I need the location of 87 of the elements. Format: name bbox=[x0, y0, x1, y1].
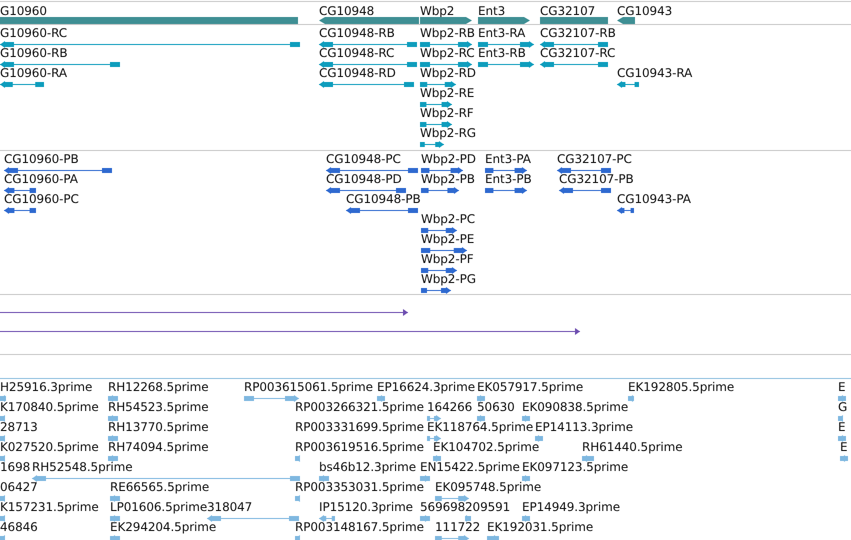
feature-label: CG10943 bbox=[617, 4, 672, 18]
feature-label: 06427 bbox=[0, 480, 38, 494]
feature-label: RH74094.5prime bbox=[108, 440, 209, 454]
feature-label: CG32107-RB bbox=[540, 26, 616, 40]
feature-label: K170840.5prime bbox=[0, 400, 99, 414]
feature-label: CG10960-PA bbox=[4, 172, 78, 186]
feature-label: RH13770.5prime bbox=[108, 420, 209, 434]
feature-label: EK104702.5prime bbox=[433, 440, 540, 454]
feature-label: CG32107-PC bbox=[557, 152, 632, 166]
feature-label: E bbox=[838, 420, 846, 434]
feature-label: RP003331699.5prime bbox=[295, 420, 424, 434]
feature-label: RH12268.5prime bbox=[108, 380, 209, 394]
feature-label: EP14949.3prime bbox=[522, 500, 620, 514]
feature-label: K027520.5prime bbox=[0, 440, 99, 454]
feature-label: RP003353031.5prime bbox=[295, 480, 424, 494]
feature-label: Wbp2-RG bbox=[420, 126, 476, 140]
feature-label: 1698 bbox=[0, 460, 30, 474]
feature-label: RP003619516.5prime bbox=[295, 440, 424, 454]
feature-label: Ent3-PA bbox=[485, 152, 531, 166]
feature-label: CG10948 bbox=[319, 4, 374, 18]
feature-label: G10960-RB bbox=[0, 46, 68, 60]
feature-label: Wbp2-RD bbox=[420, 66, 476, 80]
feature-label: Ent3 bbox=[478, 4, 506, 18]
feature-label: EK294204.5prime bbox=[110, 520, 216, 534]
feature-label: RH52548.5prime bbox=[32, 460, 133, 474]
feature-label: 46846 bbox=[0, 520, 38, 534]
feature-label: RE66565.5prime bbox=[110, 480, 210, 494]
feature-label: 209591 bbox=[465, 500, 510, 514]
feature-label: Wbp2 bbox=[420, 4, 454, 18]
feature-label: 318047 bbox=[207, 500, 252, 514]
feature-label: bs46b12.3prime bbox=[319, 460, 416, 474]
feature-label: Wbp2-RB bbox=[420, 26, 475, 40]
feature-label: EK057917.5prime bbox=[477, 380, 584, 394]
feature-label: CG32107 bbox=[540, 4, 596, 18]
feature-label: Ent3-RB bbox=[478, 46, 526, 60]
feature-label: EK192805.5prime bbox=[628, 380, 734, 394]
feature-label: CG10960-PC bbox=[4, 192, 79, 206]
feature-label: RP003615061.5prime bbox=[244, 380, 373, 394]
feature-label: E bbox=[840, 440, 848, 454]
feature-label: Wbp2-RE bbox=[420, 86, 474, 100]
feature-label: Wbp2-RC bbox=[420, 46, 474, 60]
feature-label: 111722 bbox=[435, 520, 480, 534]
feature-label: G10960 bbox=[0, 4, 47, 18]
feature-label: G bbox=[838, 400, 848, 414]
feature-label: EK090838.5prime bbox=[522, 400, 628, 414]
feature-label: CG10960-PB bbox=[4, 152, 79, 166]
feature-label: CG10943-RA bbox=[617, 66, 692, 80]
feature-label: Ent3-RA bbox=[478, 26, 526, 40]
feature-label: CG10948-PD bbox=[326, 172, 402, 186]
feature-label: IP15120.3prime bbox=[319, 500, 413, 514]
feature-label: EP16624.3prime bbox=[377, 380, 475, 394]
feature-label: EP14113.3prime bbox=[535, 420, 633, 434]
feature-label: 28713 bbox=[0, 420, 38, 434]
feature-label: RH61440.5prime bbox=[582, 440, 683, 454]
feature-label: Wbp2-RF bbox=[420, 106, 474, 120]
feature-label: Wbp2-PF bbox=[421, 252, 474, 266]
feature-label: RH54523.5prime bbox=[108, 400, 209, 414]
feature-label: 569698 bbox=[420, 500, 466, 514]
feature-label: CG32107-PB bbox=[559, 172, 634, 186]
feature-label: CG10948-RC bbox=[319, 46, 394, 60]
feature-label: EK118764.5prime bbox=[427, 420, 534, 434]
feature-label: 164266 bbox=[427, 400, 472, 414]
feature-label: Wbp2-PE bbox=[421, 232, 474, 246]
feature-label: EN15422.5prime bbox=[420, 460, 520, 474]
feature-label: EK095748.5prime bbox=[435, 480, 542, 494]
feature-label: CG10948-PC bbox=[326, 152, 401, 166]
feature-label: EK097123.5prime bbox=[522, 460, 628, 474]
feature-label: H25916.3prime bbox=[0, 380, 92, 394]
feature-label: EK192031.5prime bbox=[487, 520, 594, 534]
feature-label: G10960-RC bbox=[0, 26, 68, 40]
feature-label: Wbp2-PG bbox=[421, 272, 476, 286]
feature-label: CG10948-RD bbox=[319, 66, 396, 80]
feature-label: CG10943-PA bbox=[617, 192, 691, 206]
feature-label: G10960-RA bbox=[0, 66, 67, 80]
feature-label: CG10948-PB bbox=[346, 192, 421, 206]
feature-label: K157231.5prime bbox=[0, 500, 99, 514]
feature-label: Wbp2-PC bbox=[421, 212, 475, 226]
feature-label: RP003266321.5prime bbox=[295, 400, 424, 414]
feature-label: E bbox=[838, 380, 846, 394]
feature-label: CG10948-RB bbox=[319, 26, 395, 40]
feature-label: CG32107-RC bbox=[540, 46, 616, 60]
feature-label: Wbp2-PB bbox=[421, 172, 475, 186]
feature-label: Wbp2-PD bbox=[421, 152, 476, 166]
feature-label: RP003148167.5prime bbox=[295, 520, 424, 534]
feature-label: Ent3-PB bbox=[485, 172, 532, 186]
feature-label: LP01606.5prime bbox=[110, 500, 208, 514]
feature-label: 50630 bbox=[477, 400, 515, 414]
